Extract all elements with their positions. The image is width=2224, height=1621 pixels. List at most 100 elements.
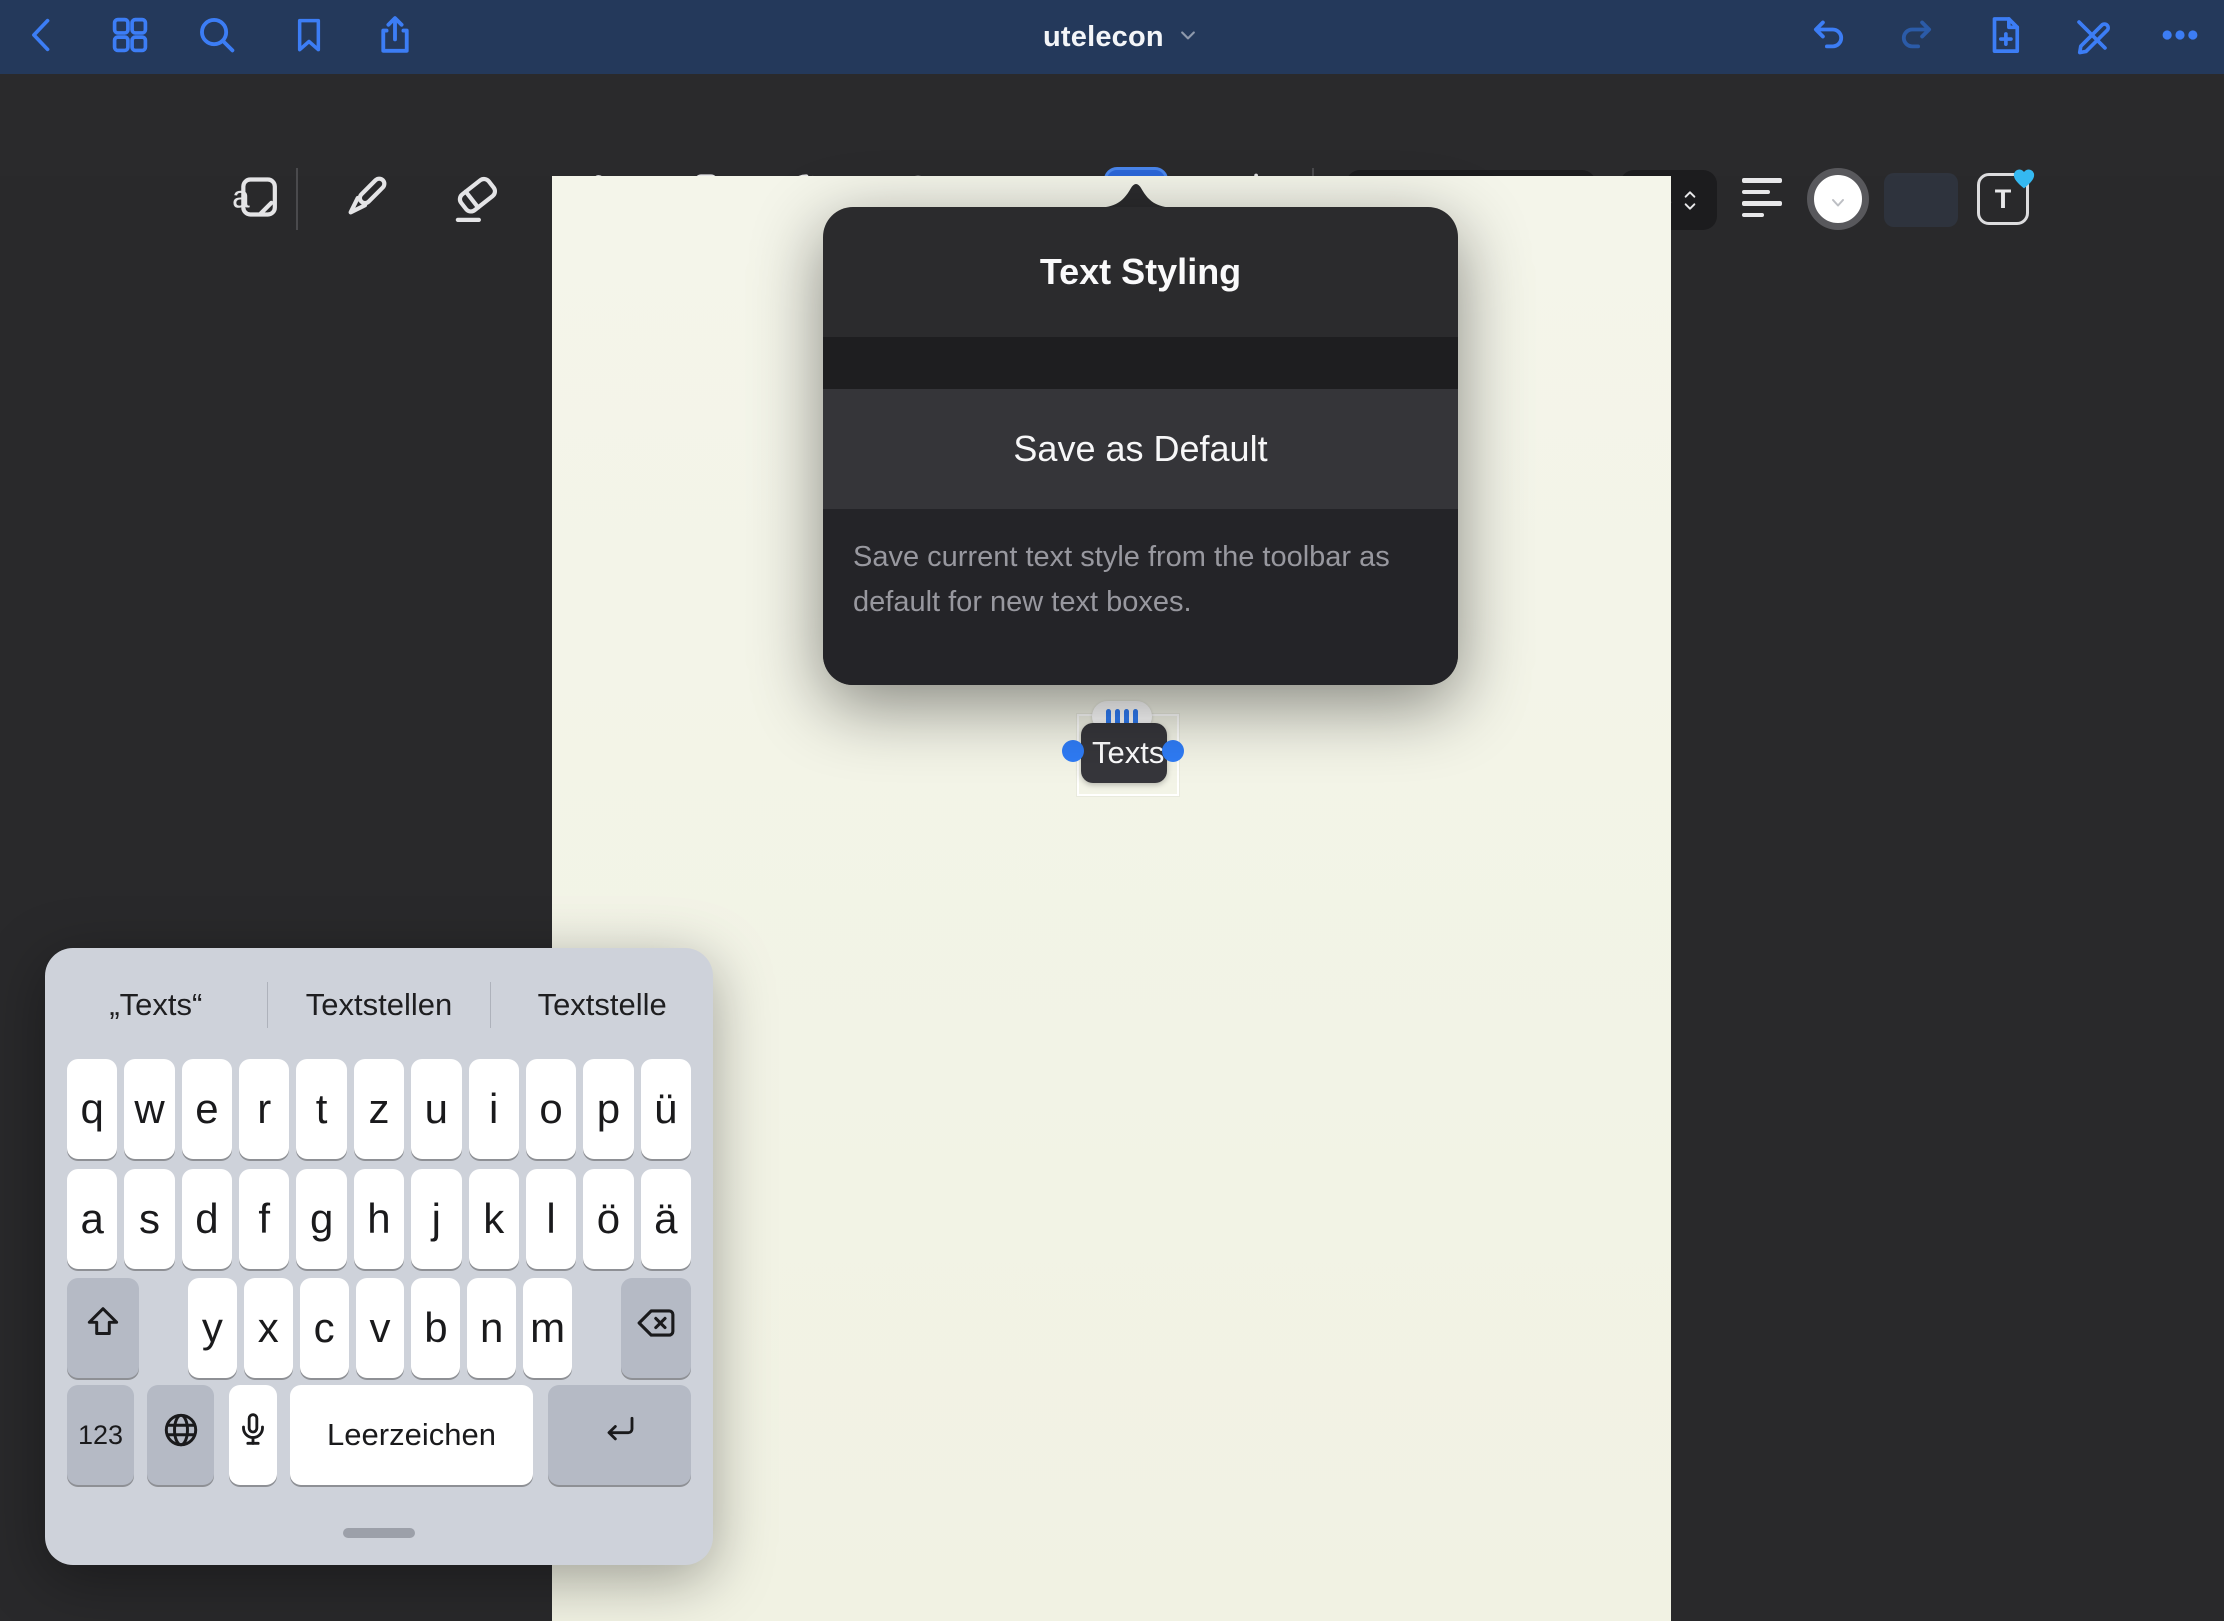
key-o[interactable]: o [526,1059,576,1159]
key-u[interactable]: u [411,1059,461,1159]
stepper-chevrons-icon [1683,190,1697,211]
key-s[interactable]: s [124,1169,174,1269]
pen-icon [338,169,394,230]
pages-grid-icon [109,14,151,61]
backspace-key[interactable] [621,1278,691,1378]
key-d[interactable]: d [182,1169,232,1269]
add-page-button[interactable] [1977,9,2033,65]
globe-key[interactable] [147,1385,214,1485]
floating-keyboard: „Texts“ Textstellen Textstelle qwertzuio… [45,948,713,1565]
toolbar-separator [296,168,298,230]
key-a[interactable]: a [67,1169,117,1269]
key-t[interactable]: t [296,1059,346,1159]
text-box-content: Texts [1092,735,1164,771]
more-options-button[interactable] [2152,9,2208,65]
page-title: utelecon [1043,21,1164,54]
keyboard-drag-handle[interactable] [343,1528,415,1538]
key-l[interactable]: l [526,1169,576,1269]
disable-editing-button[interactable] [2064,9,2120,65]
app-screen: utelecon a [0,0,2224,1621]
keyboard-row-4: 123 Leerzeichen [67,1385,691,1485]
search-button[interactable] [189,9,245,65]
top-navigation-bar: utelecon [0,0,2224,74]
key-ü[interactable]: ü [641,1059,691,1159]
align-bar [1742,201,1782,206]
text-box[interactable]: Texts [1081,723,1167,783]
numbers-key[interactable]: 123 [67,1385,134,1485]
key-b[interactable]: b [411,1278,460,1378]
key-ö[interactable]: ö [583,1169,633,1269]
align-bar [1742,178,1782,183]
undo-icon [1806,13,1850,62]
numbers-key-label: 123 [78,1420,123,1451]
keyboard-row-3-letters: yxcvbnm [188,1278,572,1378]
back-button[interactable] [15,9,71,65]
space-key-label: Leerzeichen [327,1417,496,1453]
key-f[interactable]: f [239,1169,289,1269]
text-color-swatch[interactable] [1807,168,1869,230]
popover-title: Text Styling [823,207,1458,337]
backspace-icon [634,1301,678,1355]
text-alignment-button[interactable] [1742,178,1782,217]
dictation-key[interactable] [229,1385,277,1485]
pen-tool[interactable] [334,167,398,231]
key-p[interactable]: p [583,1059,633,1159]
key-g[interactable]: g [296,1169,346,1269]
return-key[interactable] [548,1385,691,1485]
eraser-tool[interactable] [445,167,509,231]
key-v[interactable]: v [356,1278,405,1378]
document-title-menu[interactable]: utelecon [1043,0,1198,74]
return-icon [600,1410,640,1460]
popover-arrow [1091,179,1181,208]
redo-icon [1895,13,1939,62]
key-q[interactable]: q [67,1059,117,1159]
save-as-default-button[interactable]: Save as Default [823,389,1458,509]
pencil-slash-icon [2071,14,2113,61]
key-z[interactable]: z [354,1059,404,1159]
globe-icon [160,1409,202,1461]
swatch-chevron-icon [1829,196,1847,210]
autocorrect-bar: „Texts“ Textstellen Textstelle [45,962,713,1048]
undo-button[interactable] [1800,9,1856,65]
bookmark-icon [289,15,329,60]
suggestion-quoted[interactable]: „Texts“ [45,987,267,1023]
eraser-icon [449,169,505,230]
popover-description-text: Save current text style from the toolbar… [853,541,1390,618]
svg-text:a: a [232,178,250,214]
inactive-control-tile [1884,173,1958,227]
key-e[interactable]: e [182,1059,232,1159]
key-w[interactable]: w [124,1059,174,1159]
key-h[interactable]: h [354,1169,404,1269]
key-y[interactable]: y [188,1278,237,1378]
share-button[interactable] [367,9,423,65]
suggestion-1[interactable]: Textstellen [268,987,490,1023]
space-key[interactable]: Leerzeichen [290,1385,533,1485]
shift-key[interactable] [67,1278,139,1378]
redo-button[interactable] [1889,9,1945,65]
pages-overview-button[interactable] [102,9,158,65]
key-r[interactable]: r [239,1059,289,1159]
key-c[interactable]: c [300,1278,349,1378]
key-ä[interactable]: ä [641,1169,691,1269]
suggestion-2[interactable]: Textstelle [491,987,713,1023]
key-i[interactable]: i [469,1059,519,1159]
resize-handle-right[interactable] [1162,740,1184,762]
zoom-window-tool[interactable]: a [223,167,287,231]
key-n[interactable]: n [467,1278,516,1378]
favorite-text-style-button[interactable]: T [1975,171,2031,227]
share-icon [373,13,417,62]
bookmark-button[interactable] [281,9,337,65]
key-j[interactable]: j [411,1169,461,1269]
tool-bar: a T [0,74,2224,176]
text-style-icon: T [1977,173,2029,225]
text-styling-popover: Text Styling Save as Default Save curren… [823,207,1458,685]
key-m[interactable]: m [523,1278,572,1378]
key-x[interactable]: x [244,1278,293,1378]
key-k[interactable]: k [469,1169,519,1269]
resize-handle-left[interactable] [1062,740,1084,762]
add-page-icon [1984,14,2026,61]
keyboard-row-3: yxcvbnm [67,1278,691,1378]
popover-title-text: Text Styling [1040,251,1241,293]
keyboard-row-2: asdfghjklöä [67,1169,691,1269]
back-icon [22,14,64,61]
